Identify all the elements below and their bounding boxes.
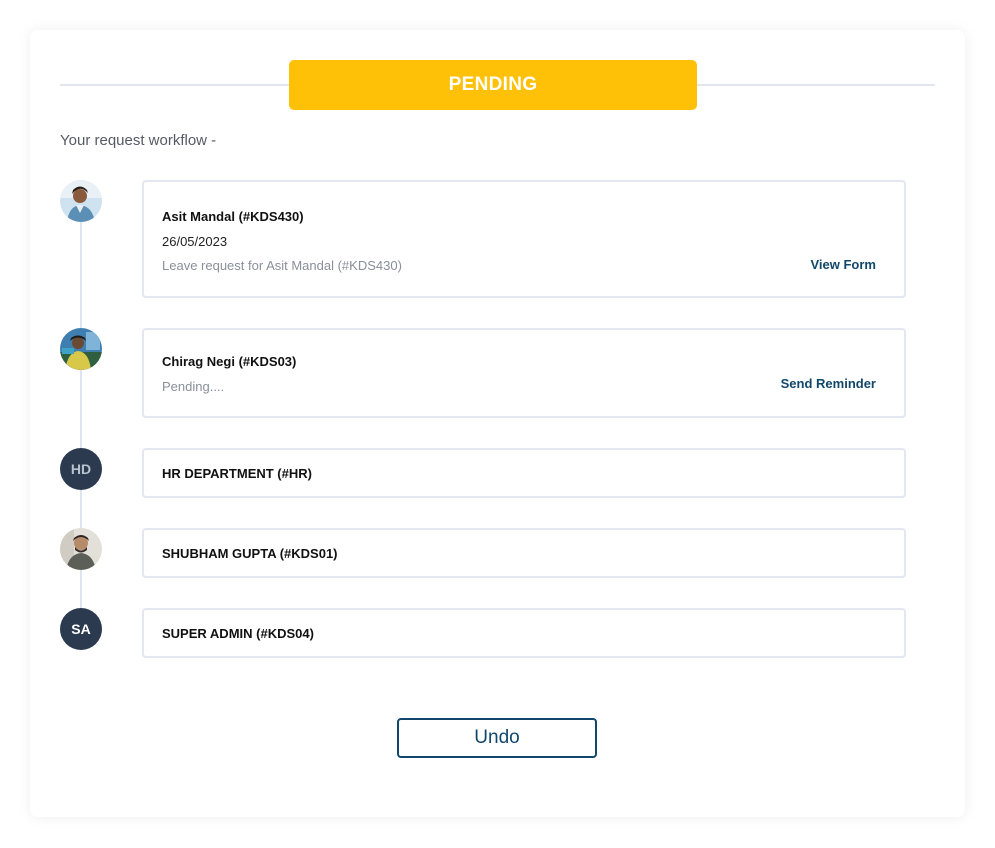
avatar-initials: SA — [60, 608, 102, 650]
step-name: SHUBHAM GUPTA (#KDS01) — [162, 546, 338, 561]
workflow-step: HR DEPARTMENT (#HR) — [142, 448, 906, 498]
step-name: SUPER ADMIN (#KDS04) — [162, 626, 314, 641]
workflow-heading: Your request workflow - — [60, 132, 217, 149]
avatar-initials: HD — [60, 448, 102, 490]
step-date: 26/05/2023 — [162, 234, 228, 249]
step-description: Leave request for Asit Mandal (#KDS430) — [162, 258, 402, 273]
step-name: HR DEPARTMENT (#HR) — [162, 466, 312, 481]
avatar-user-photo-icon — [60, 328, 102, 370]
workflow-step: Asit Mandal (#KDS430) 26/05/2023 Leave r… — [142, 180, 906, 298]
step-status: Pending.... — [162, 379, 225, 394]
workflow-card: PENDING Your request workflow - Asit Man… — [30, 30, 965, 817]
send-reminder-link[interactable]: Send Reminder — [781, 376, 876, 391]
workflow-step: SHUBHAM GUPTA (#KDS01) — [142, 528, 906, 578]
status-badge: PENDING — [289, 60, 697, 110]
workflow-step: SUPER ADMIN (#KDS04) — [142, 608, 906, 658]
view-form-link[interactable]: View Form — [810, 257, 876, 272]
step-name: Asit Mandal (#KDS430) — [162, 209, 304, 224]
avatar-user-photo-icon — [60, 528, 102, 570]
step-name: Chirag Negi (#KDS03) — [162, 354, 297, 369]
workflow-step: Chirag Negi (#KDS03) Pending.... Send Re… — [142, 328, 906, 418]
undo-button[interactable]: Undo — [397, 718, 597, 758]
avatar-user-photo-icon — [60, 180, 102, 222]
